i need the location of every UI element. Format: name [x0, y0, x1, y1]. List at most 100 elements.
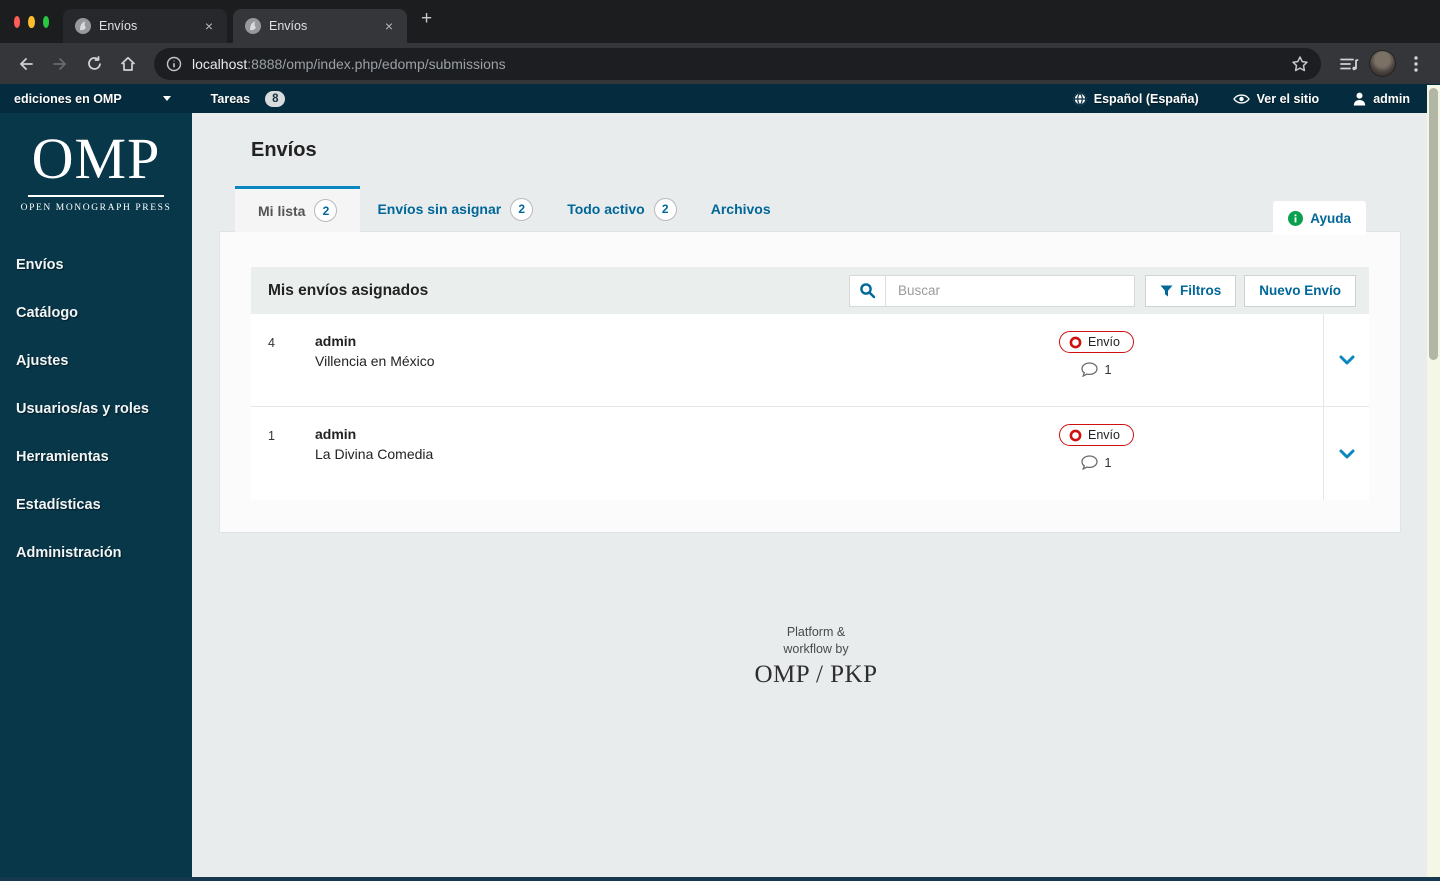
chevron-down-icon — [1339, 449, 1354, 458]
help-button[interactable]: Ayuda — [1273, 201, 1366, 235]
info-circle-icon — [1288, 210, 1304, 226]
submission-row[interactable]: 1 admin La Divina Comedia Envío 1 — [251, 407, 1369, 500]
search-input[interactable] — [885, 275, 1134, 306]
zoom-window-button[interactable] — [42, 15, 49, 28]
browser-tab-strip: Envíos × Envíos × + — [0, 0, 1440, 43]
tab-mi-lista[interactable]: Mi lista 2 — [235, 186, 361, 232]
footer-line1: Platform & — [786, 625, 846, 639]
minimize-window-button[interactable] — [28, 15, 35, 28]
comments-counter[interactable]: 1 — [1081, 455, 1112, 470]
new-submission-button[interactable]: Nuevo Envío — [1244, 274, 1356, 307]
browser-tab-2-active[interactable]: Envíos × — [233, 9, 407, 43]
sidebar-nav: Envíos Catálogo Ajustes Usuarios/as y ro… — [0, 241, 192, 577]
comments-counter[interactable]: 1 — [1081, 362, 1112, 377]
url-text: localhost:8888/omp/index.php/edomp/submi… — [192, 55, 506, 72]
user-label: admin — [1373, 91, 1410, 106]
filter-funnel-icon — [1160, 285, 1173, 296]
panel-title: Mis envíos asignados — [268, 281, 429, 299]
submission-title: Villencia en México — [315, 353, 435, 369]
omp-logo: OMP OPEN MONOGRAPH PRESS — [0, 126, 192, 214]
tab-todo-activo[interactable]: Todo activo 2 — [550, 186, 694, 232]
submission-author: admin — [315, 333, 357, 349]
language-menu[interactable]: Español (España) — [1073, 92, 1199, 106]
tab-count-badge: 2 — [510, 197, 534, 221]
search-control — [848, 274, 1135, 307]
submissions-board: Mis envíos asignados Filtros Nuevo Envío — [220, 232, 1400, 532]
submissions-tabs: Mi lista 2 Envíos sin asignar 2 Todo act… — [235, 186, 1440, 235]
sidebar-item-estadisticas[interactable]: Estadísticas — [0, 481, 192, 529]
browser-profile-avatar[interactable] — [1369, 50, 1396, 77]
platform-footer: Platform & workflow by OMP / PKP — [192, 624, 1440, 689]
search-icon[interactable] — [850, 275, 886, 306]
user-menu[interactable]: admin — [1353, 92, 1410, 106]
panel-header: Mis envíos asignados Filtros Nuevo Envío — [251, 267, 1369, 314]
browser-tab-1[interactable]: Envíos × — [63, 9, 227, 43]
bookmark-star-icon[interactable] — [1291, 55, 1309, 73]
filters-button[interactable]: Filtros — [1144, 274, 1237, 307]
tab-archivos[interactable]: Archivos — [694, 186, 788, 232]
browser-menu-kebab-icon[interactable] — [1402, 50, 1430, 78]
back-icon[interactable] — [12, 50, 40, 78]
page-title: Envíos — [251, 139, 317, 161]
stage-badge[interactable]: Envío — [1059, 424, 1134, 446]
speech-bubble-icon — [1081, 455, 1099, 470]
omp-logo-acronym: OMP — [31, 126, 161, 191]
comments-count: 1 — [1104, 455, 1112, 470]
expand-row-button[interactable] — [1323, 407, 1369, 500]
home-icon[interactable] — [114, 50, 142, 78]
tasks-count-badge: 8 — [265, 90, 286, 107]
browser-tab-title: Envíos — [269, 19, 308, 33]
sidebar-item-administracion[interactable]: Administración — [0, 529, 192, 577]
browser-toolbar: localhost:8888/omp/index.php/edomp/submi… — [0, 43, 1440, 84]
eye-icon — [1232, 93, 1250, 104]
pkp-favicon-icon — [75, 18, 91, 34]
omp-pkp-brand: OMP / PKP — [754, 660, 878, 688]
view-site-link[interactable]: Ver el sitio — [1232, 91, 1320, 106]
tab-count-badge: 2 — [314, 199, 338, 222]
globe-icon — [1073, 92, 1087, 105]
forward-icon[interactable] — [46, 50, 74, 78]
media-controls-icon[interactable] — [1335, 50, 1363, 78]
sidebar-item-usuarios-roles[interactable]: Usuarios/as y roles — [0, 385, 192, 433]
filters-label: Filtros — [1179, 283, 1222, 298]
tab-envios-sin-asignar[interactable]: Envíos sin asignar 2 — [360, 186, 550, 232]
tab-close-icon[interactable]: × — [201, 17, 217, 35]
view-site-label: Ver el sitio — [1256, 91, 1320, 106]
address-bar[interactable]: localhost:8888/omp/index.php/edomp/submi… — [154, 47, 1321, 80]
stage-ring-icon — [1069, 429, 1082, 441]
page-info-icon[interactable] — [166, 56, 182, 72]
submission-title: La Divina Comedia — [315, 446, 434, 462]
submission-row[interactable]: 4 admin Villencia en México Envío 1 — [251, 314, 1369, 407]
stage-label: Envío — [1088, 428, 1120, 442]
browser-tab-title: Envíos — [99, 19, 138, 33]
new-tab-button[interactable]: + — [407, 8, 432, 36]
close-window-button[interactable] — [14, 15, 21, 28]
tab-close-icon[interactable]: × — [381, 17, 397, 35]
scrollbar-thumb[interactable] — [1429, 88, 1438, 360]
submission-author: admin — [315, 426, 357, 442]
sidebar-item-ajustes[interactable]: Ajustes — [0, 337, 192, 385]
tab-label: Mi lista — [258, 202, 306, 219]
footer-line2: workflow by — [783, 641, 849, 656]
press-switcher[interactable]: ediciones en OMP — [14, 92, 171, 106]
submissions-list: 4 admin Villencia en México Envío 1 1 ad… — [251, 314, 1369, 500]
submission-id: 1 — [268, 429, 275, 443]
user-icon — [1353, 92, 1366, 105]
submission-id: 4 — [268, 336, 275, 350]
tasks-button[interactable]: Tareas 8 — [210, 90, 286, 107]
tab-label: Archivos — [710, 201, 771, 217]
expand-row-button[interactable] — [1323, 314, 1369, 406]
language-label: Español (España) — [1093, 91, 1199, 106]
stage-label: Envío — [1088, 335, 1120, 349]
window-controls — [0, 0, 63, 43]
omp-logo-rule — [28, 195, 164, 197]
stage-badge[interactable]: Envío — [1059, 331, 1134, 353]
comments-count: 1 — [1104, 362, 1112, 377]
page-scrollbar[interactable] — [1427, 85, 1440, 877]
sidebar-item-envios[interactable]: Envíos — [0, 241, 192, 289]
tasks-label: Tareas — [210, 91, 251, 106]
reload-icon[interactable] — [80, 50, 108, 78]
press-name: ediciones en OMP — [14, 91, 122, 106]
sidebar-item-catalogo[interactable]: Catálogo — [0, 289, 192, 337]
sidebar-item-herramientas[interactable]: Herramientas — [0, 433, 192, 481]
